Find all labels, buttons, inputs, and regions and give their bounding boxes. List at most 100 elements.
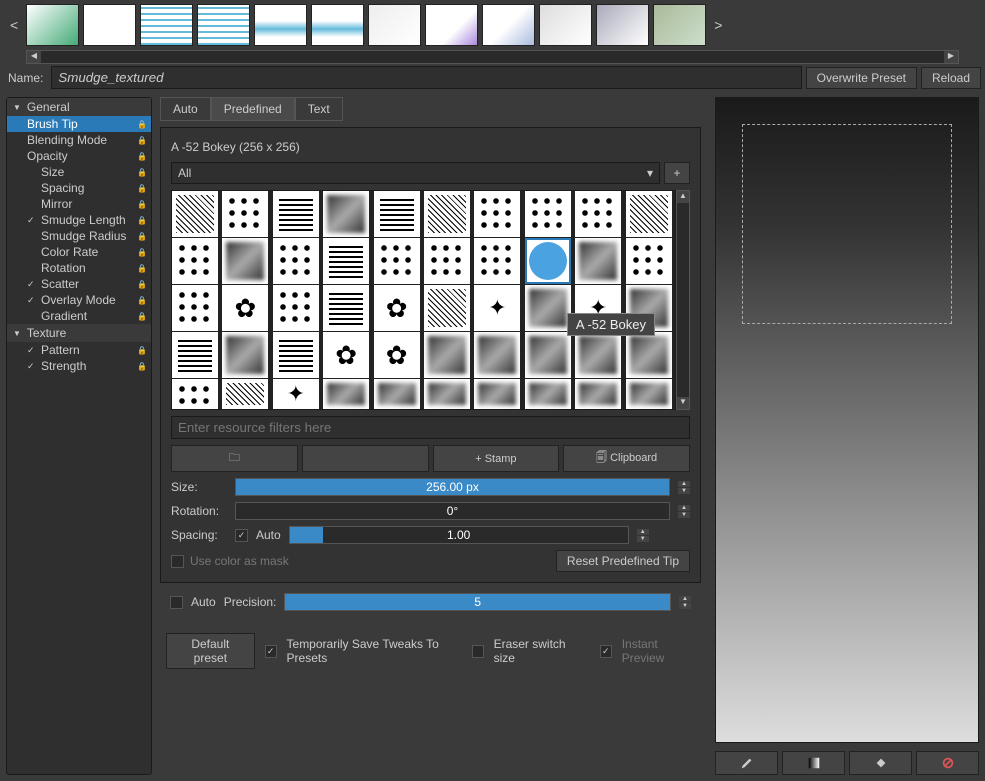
brush-tip-cell[interactable] (525, 238, 571, 284)
size-slider[interactable]: 256.00 px (235, 478, 670, 496)
brush-tip-cell[interactable] (222, 191, 268, 237)
sidebar-item-scatter[interactable]: ✓Scatter🔒 (7, 276, 151, 292)
brush-tip-cell[interactable] (172, 332, 218, 378)
brush-tip-cell[interactable] (424, 191, 470, 237)
scratchpad-fill-button[interactable] (849, 751, 912, 775)
brush-tip-cell[interactable] (374, 238, 420, 284)
sidebar-item-opacity[interactable]: Opacity🔒 (7, 148, 151, 164)
preset-thumb[interactable] (26, 4, 79, 46)
reload-button[interactable]: Reload (921, 67, 981, 89)
brush-tip-cell[interactable] (273, 379, 319, 409)
sidebar-item-color-rate[interactable]: Color Rate🔒 (7, 244, 151, 260)
brush-tip-cell[interactable] (424, 285, 470, 331)
spacing-auto-checkbox[interactable] (235, 529, 248, 542)
brush-tip-cell[interactable] (525, 332, 571, 378)
tab-predefined[interactable]: Predefined (211, 97, 295, 121)
preset-thumb[interactable] (425, 4, 478, 46)
brush-tip-cell[interactable] (424, 332, 470, 378)
rotation-slider[interactable]: 0° (235, 502, 670, 520)
brush-tip-cell[interactable] (626, 332, 672, 378)
brush-tip-cell[interactable] (374, 379, 420, 409)
brush-tip-cell[interactable] (222, 238, 268, 284)
preset-thumb[interactable] (197, 4, 250, 46)
sidebar-item-strength[interactable]: ✓Strength🔒 (7, 358, 151, 374)
preset-name-input[interactable] (51, 66, 801, 89)
preset-thumb[interactable] (653, 4, 706, 46)
sidebar-item-pattern[interactable]: ✓Pattern🔒 (7, 342, 151, 358)
preset-thumb[interactable] (311, 4, 364, 46)
brush-tip-cell[interactable] (575, 379, 621, 409)
size-spinner[interactable]: ▲▼ (678, 481, 690, 494)
preset-scrollbar[interactable]: ◀ ▶ (26, 50, 959, 64)
temp-save-checkbox[interactable] (265, 645, 277, 658)
add-tag-button[interactable]: + (664, 162, 690, 184)
sidebar-item-spacing[interactable]: Spacing🔒 (7, 180, 151, 196)
brush-tip-cell[interactable] (474, 332, 520, 378)
brush-tip-cell[interactable] (273, 191, 319, 237)
brush-tip-cell[interactable] (172, 191, 218, 237)
brush-tip-cell[interactable] (424, 379, 470, 409)
brush-tip-cell[interactable] (575, 238, 621, 284)
import-brush-button[interactable]: 🗀 (171, 445, 298, 472)
brush-tip-cell[interactable] (626, 379, 672, 409)
sidebar-item-size[interactable]: Size🔒 (7, 164, 151, 180)
brush-tip-cell[interactable] (323, 191, 369, 237)
precision-auto-checkbox[interactable] (170, 596, 183, 609)
sidebar-item-smudge-length[interactable]: ✓Smudge Length🔒 (7, 212, 151, 228)
preset-thumb[interactable] (254, 4, 307, 46)
brush-tip-cell[interactable] (424, 238, 470, 284)
tab-auto[interactable]: Auto (160, 97, 211, 121)
brush-tip-cell[interactable] (374, 191, 420, 237)
brush-tip-cell[interactable] (374, 285, 420, 331)
brush-tip-cell[interactable] (172, 379, 218, 409)
sidebar-item-mirror[interactable]: Mirror🔒 (7, 196, 151, 212)
eraser-size-checkbox[interactable] (472, 645, 484, 658)
scratchpad-gradient-button[interactable] (782, 751, 845, 775)
rotation-spinner[interactable]: ▲▼ (678, 505, 690, 518)
brush-tip-cell[interactable] (323, 285, 369, 331)
brush-tip-cell[interactable] (222, 379, 268, 409)
preset-thumb[interactable] (539, 4, 592, 46)
preset-thumb[interactable] (482, 4, 535, 46)
preset-prev-button[interactable]: < (6, 17, 22, 33)
brush-tip-cell[interactable] (323, 238, 369, 284)
spacing-spinner[interactable]: ▲▼ (637, 529, 649, 542)
sidebar-item-brush-tip[interactable]: Brush Tip🔒 (7, 116, 151, 132)
sidebar-item-smudge-radius[interactable]: Smudge Radius🔒 (7, 228, 151, 244)
brush-tip-cell[interactable] (273, 285, 319, 331)
scratchpad-brush-button[interactable] (715, 751, 778, 775)
brush-tip-cell[interactable] (474, 379, 520, 409)
reset-tip-button[interactable]: Reset Predefined Tip (556, 550, 690, 572)
brush-tip-cell[interactable] (474, 191, 520, 237)
brush-tip-cell[interactable] (172, 238, 218, 284)
instant-preview-checkbox[interactable] (600, 645, 612, 658)
brush-tip-cell[interactable] (323, 379, 369, 409)
sidebar-item-overlay-mode[interactable]: ✓Overlay Mode🔒 (7, 292, 151, 308)
brush-tip-cell[interactable] (525, 285, 571, 331)
resource-filter-input[interactable] (171, 416, 690, 439)
brush-tip-cell[interactable] (273, 238, 319, 284)
preset-next-button[interactable]: > (710, 17, 726, 33)
scroll-down-icon[interactable]: ▼ (677, 397, 689, 409)
use-color-checkbox[interactable] (171, 555, 184, 568)
preset-thumb[interactable] (368, 4, 421, 46)
precision-slider[interactable]: 5 (284, 593, 671, 611)
brush-tip-cell[interactable] (474, 238, 520, 284)
precision-spinner[interactable]: ▲▼ (679, 596, 691, 609)
scroll-right-icon[interactable]: ▶ (944, 51, 958, 63)
preset-thumb[interactable] (140, 4, 193, 46)
default-preset-button[interactable]: Default preset (166, 633, 255, 669)
clipboard-button[interactable]: 🗐 Clipboard (563, 445, 690, 472)
brush-tip-cell[interactable] (172, 285, 218, 331)
resource-tag-dropdown[interactable]: All ▾ (171, 162, 660, 184)
brush-tip-cell[interactable] (525, 191, 571, 237)
brush-tip-cell[interactable] (626, 238, 672, 284)
scroll-left-icon[interactable]: ◀ (27, 51, 41, 63)
sidebar-item-blending-mode[interactable]: Blending Mode🔒 (7, 132, 151, 148)
brush-tip-cell[interactable] (222, 332, 268, 378)
delete-brush-button[interactable] (302, 445, 429, 472)
sidebar-item-rotation[interactable]: Rotation🔒 (7, 260, 151, 276)
brush-tip-cell[interactable] (525, 379, 571, 409)
brush-tip-cell[interactable] (575, 332, 621, 378)
brush-tip-cell[interactable] (474, 285, 520, 331)
